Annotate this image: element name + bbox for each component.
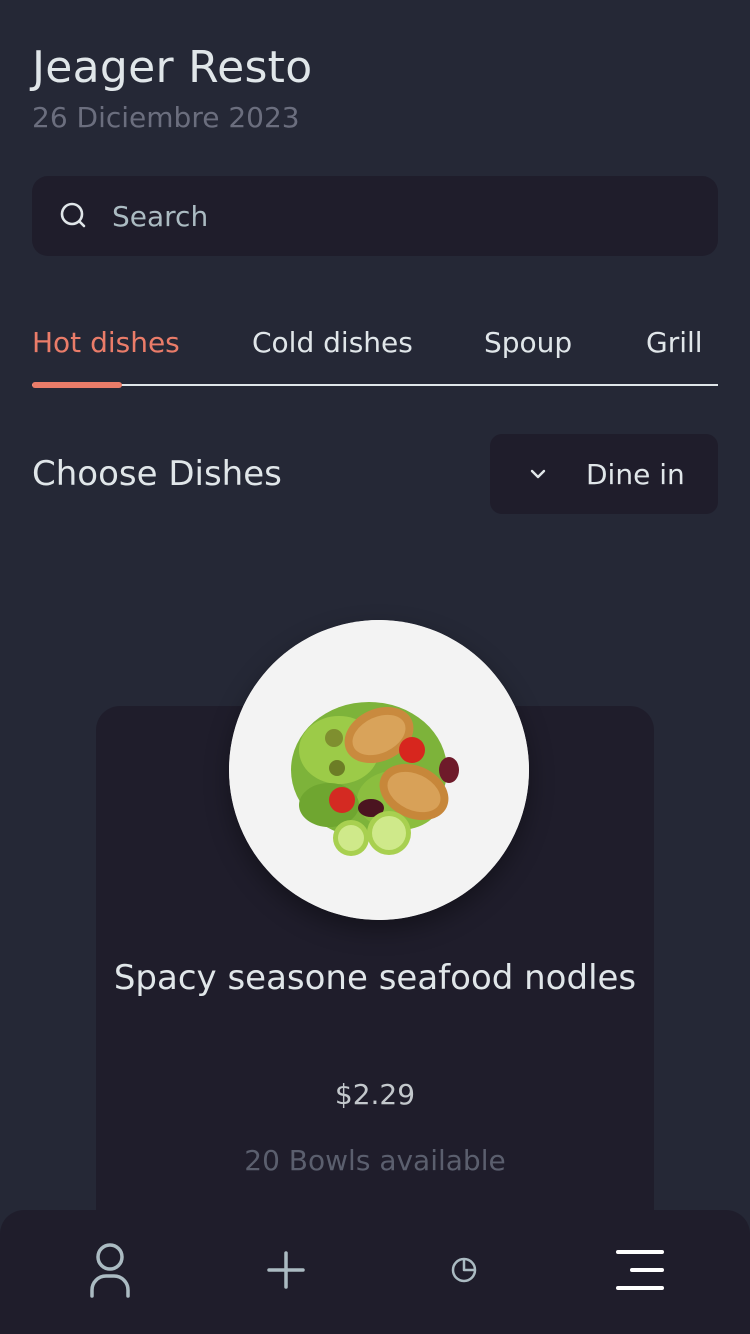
active-tab-indicator — [32, 382, 122, 388]
dish-name: Spacy seasone seafood nodles — [113, 958, 637, 998]
plus-icon[interactable] — [256, 1240, 316, 1300]
dish-image — [229, 620, 529, 920]
search-input[interactable]: Search — [32, 176, 718, 256]
tab-grill[interactable]: Grill — [646, 326, 703, 359]
user-icon[interactable] — [80, 1240, 140, 1300]
chevron-down-icon — [526, 462, 550, 486]
header: Jeager Resto 26 Diciembre 2023 — [32, 38, 312, 138]
tab-cold-dishes[interactable]: Cold dishes — [252, 326, 413, 359]
dish-availability: 20 Bowls available — [244, 1144, 506, 1177]
search-icon — [58, 200, 90, 232]
section-title: Choose Dishes — [32, 454, 282, 494]
order-type-dropdown[interactable]: Dine in — [490, 434, 718, 514]
bottom-navigation — [0, 1210, 750, 1334]
search-placeholder: Search — [112, 199, 209, 233]
dish-price: $2.29 — [334, 1078, 416, 1111]
order-type-label: Dine in — [586, 457, 685, 491]
app-screen: Jeager Resto 26 Diciembre 2023 Search Ho… — [0, 0, 750, 1334]
current-date: 26 Diciembre 2023 — [32, 101, 300, 134]
category-tabs: Hot dishes Cold dishes Spoup Grill — [32, 318, 718, 388]
pie-chart-icon[interactable] — [434, 1240, 494, 1300]
restaurant-title: Jeager Resto — [32, 42, 313, 93]
menu-icon[interactable] — [610, 1240, 670, 1300]
tab-hot-dishes[interactable]: Hot dishes — [32, 326, 180, 359]
tab-soup[interactable]: Spoup — [484, 326, 572, 359]
